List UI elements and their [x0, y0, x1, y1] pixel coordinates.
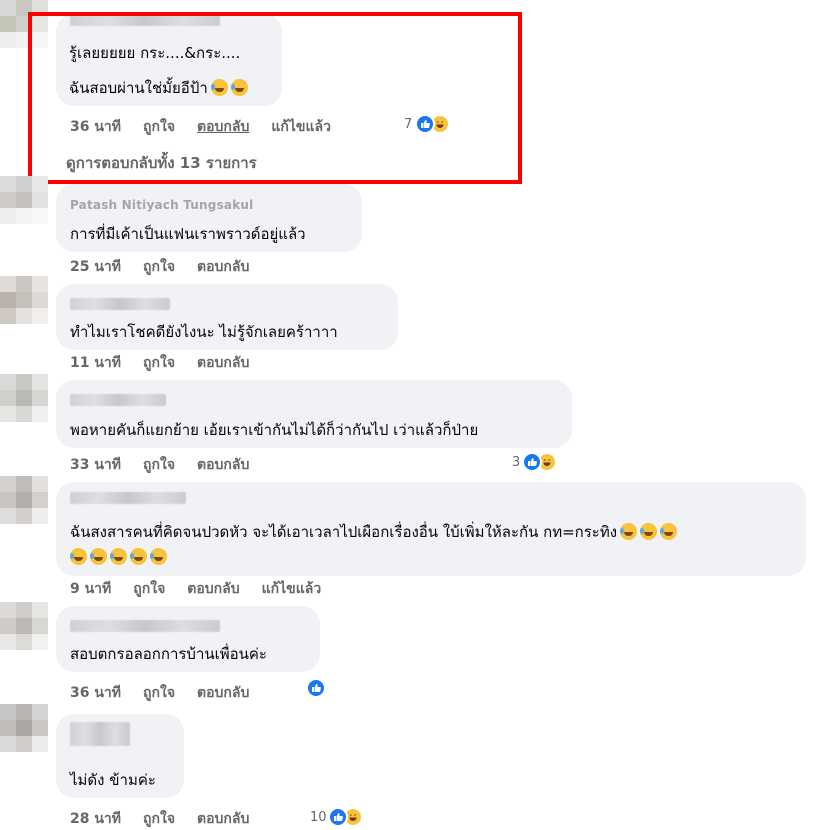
avatar[interactable] — [0, 476, 48, 524]
reply-button[interactable]: ตอบกลับ — [187, 578, 239, 600]
highlight-box — [28, 12, 522, 184]
author-name-blurred[interactable] — [70, 722, 130, 746]
reply-button[interactable]: ตอบกลับ — [197, 454, 249, 476]
comment-bubble: ฉันสงสารคนที่คิดจนปวดหัว จะได้เอาเวลาไปเ… — [56, 482, 806, 576]
like-button[interactable]: ถูกใจ — [133, 578, 165, 600]
rolling-laugh-emoji — [620, 523, 638, 540]
like-button[interactable]: ถูกใจ — [143, 682, 175, 704]
author-name-blurred[interactable] — [70, 620, 220, 632]
reaction-summary[interactable]: 3 — [512, 452, 558, 472]
avatar[interactable] — [0, 276, 48, 324]
reaction-count: 10 — [310, 809, 327, 825]
author-name-blurred[interactable]: Patash Nitiyach Tungsakul — [70, 198, 253, 212]
author-name-blurred[interactable] — [70, 492, 186, 504]
comment-actions: 25 นาที ถูกใจ ตอบกลับ — [70, 256, 271, 278]
reaction-summary[interactable] — [306, 678, 326, 698]
comment-text-line: พอหายคันก็แยกย้าย เอ้ยเราเข้ากันไม่ได้ก็… — [70, 421, 479, 439]
comment-actions: 36 นาที ถูกใจ ตอบกลับ — [70, 682, 271, 704]
like-button[interactable]: ถูกใจ — [143, 454, 175, 476]
timestamp[interactable]: 36 นาที — [70, 682, 121, 704]
rolling-laugh-emoji — [660, 523, 678, 540]
comment-text-line: การที่มีเค้าเป็นแฟนเราพราวด์อยู่แล้ว — [70, 225, 306, 243]
timestamp[interactable]: 33 นาที — [70, 454, 121, 476]
comment-bubble: ทำไมเราโชคดียังไงนะ ไม่รู้จักเลยคร้าาาา — [56, 284, 398, 350]
timestamp[interactable]: 11 นาที — [70, 352, 121, 374]
rolling-laugh-emoji — [150, 548, 167, 565]
like-button[interactable]: ถูกใจ — [143, 352, 175, 374]
reply-button[interactable]: ตอบกลับ — [197, 682, 249, 704]
comment-actions: 28 นาที ถูกใจ ตอบกลับ — [70, 808, 271, 830]
rolling-laugh-emoji — [640, 523, 658, 540]
avatar[interactable] — [0, 374, 48, 422]
comment-text-line: ไม่ดัง ข้ามค่ะ — [70, 771, 156, 789]
reply-button[interactable]: ตอบกลับ — [197, 808, 249, 830]
edited-label: แก้ไขแล้ว — [261, 581, 322, 597]
timestamp[interactable]: 9 นาที — [70, 578, 111, 600]
reaction-summary[interactable]: 10 — [310, 807, 363, 827]
timestamp[interactable]: 25 นาที — [70, 256, 121, 278]
comment-bubble: ไม่ดัง ข้ามค่ะ — [56, 714, 184, 798]
like-button[interactable]: ถูกใจ — [143, 808, 175, 830]
rolling-laugh-emoji — [90, 548, 107, 565]
comment-text-line: ฉันสงสารคนที่คิดจนปวดหัว จะได้เอาเวลาไปเ… — [70, 520, 678, 544]
reaction-count: 3 — [512, 454, 521, 470]
reply-button[interactable]: ตอบกลับ — [197, 352, 249, 374]
comment-text-line: ทำไมเราโชคดียังไงนะ ไม่รู้จักเลยคร้าาาา — [70, 323, 338, 341]
avatar[interactable] — [0, 176, 48, 224]
comment-bubble: Patash Nitiyach Tungsakul การที่มีเค้าเป… — [56, 184, 362, 252]
rolling-laugh-emoji — [130, 548, 147, 565]
like-icon — [327, 807, 348, 827]
rolling-laugh-emoji — [70, 548, 87, 565]
like-icon — [306, 678, 326, 698]
comment-bubble: สอบตกรอลอกการบ้านเพื่อนค่ะ — [56, 606, 320, 672]
comment-actions: 9 นาที ถูกใจ ตอบกลับ แก้ไขแล้ว — [70, 578, 343, 600]
like-button[interactable]: ถูกใจ — [143, 256, 175, 278]
timestamp[interactable]: 28 นาที — [70, 808, 121, 830]
comment-emoji-line — [67, 548, 167, 566]
author-name-blurred[interactable] — [70, 298, 170, 310]
comment-bubble: พอหายคันก็แยกย้าย เอ้ยเราเข้ากันไม่ได้ก็… — [56, 380, 572, 448]
comment-text-line: สอบตกรอลอกการบ้านเพื่อนค่ะ — [70, 645, 267, 663]
comment-actions: 33 นาที ถูกใจ ตอบกลับ — [70, 454, 271, 476]
rolling-laugh-emoji — [110, 548, 127, 565]
reply-button[interactable]: ตอบกลับ — [197, 256, 249, 278]
author-name-blurred[interactable] — [70, 394, 166, 406]
comment-actions: 11 นาที ถูกใจ ตอบกลับ — [70, 352, 271, 374]
avatar[interactable] — [0, 704, 48, 752]
avatar[interactable] — [0, 602, 48, 650]
